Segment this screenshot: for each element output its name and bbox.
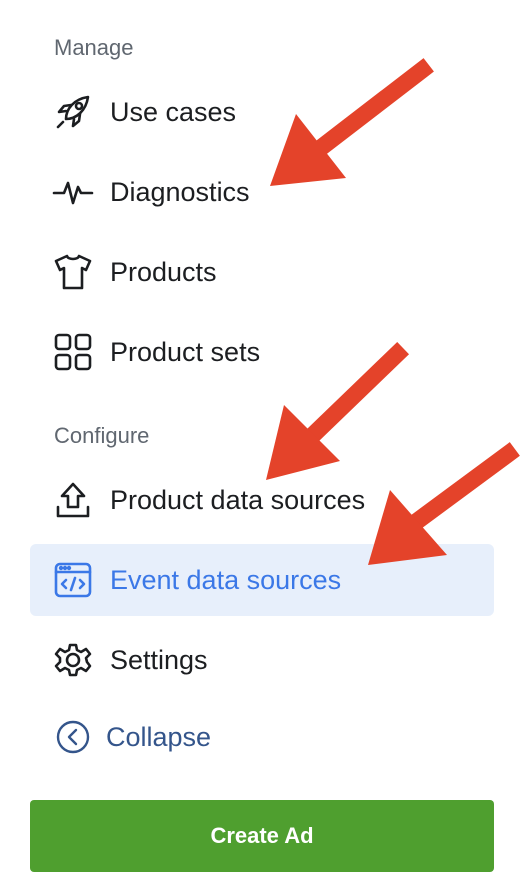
nav-item-label: Settings: [110, 644, 208, 675]
nav-item-products[interactable]: Products: [30, 236, 494, 308]
rocket-icon: [52, 91, 94, 133]
nav-item-label: Diagnostics: [110, 176, 250, 207]
nav-item-settings[interactable]: Settings: [30, 624, 494, 696]
chevron-left-circle-icon: [54, 718, 92, 756]
gear-icon: [52, 639, 94, 681]
code-window-icon: [52, 559, 94, 601]
nav-item-event-data-sources[interactable]: Event data sources: [30, 544, 494, 616]
nav-item-label: Product data sources: [110, 484, 366, 515]
nav-item-label: Event data sources: [110, 564, 342, 595]
nav-item-product-data-sources[interactable]: Product data sources: [30, 464, 494, 536]
collapse-button[interactable]: Collapse: [54, 716, 211, 758]
nav-item-label: Product sets: [110, 336, 261, 367]
nav-item-use-cases[interactable]: Use cases: [30, 76, 494, 148]
section-title-manage: Manage: [54, 35, 134, 60]
nav-item-product-sets[interactable]: Product sets: [30, 316, 494, 388]
nav-item-label: Products: [110, 256, 217, 287]
create-ad-button[interactable]: Create Ad: [30, 800, 494, 872]
section-title-configure: Configure: [54, 423, 150, 448]
pulse-icon: [52, 171, 94, 213]
nav-item-label: Use cases: [110, 96, 237, 127]
nav-item-diagnostics[interactable]: Diagnostics: [30, 156, 494, 228]
tshirt-icon: [52, 251, 94, 293]
collapse-label: Collapse: [106, 721, 212, 752]
upload-icon: [52, 479, 94, 521]
grid-icon: [52, 331, 94, 373]
